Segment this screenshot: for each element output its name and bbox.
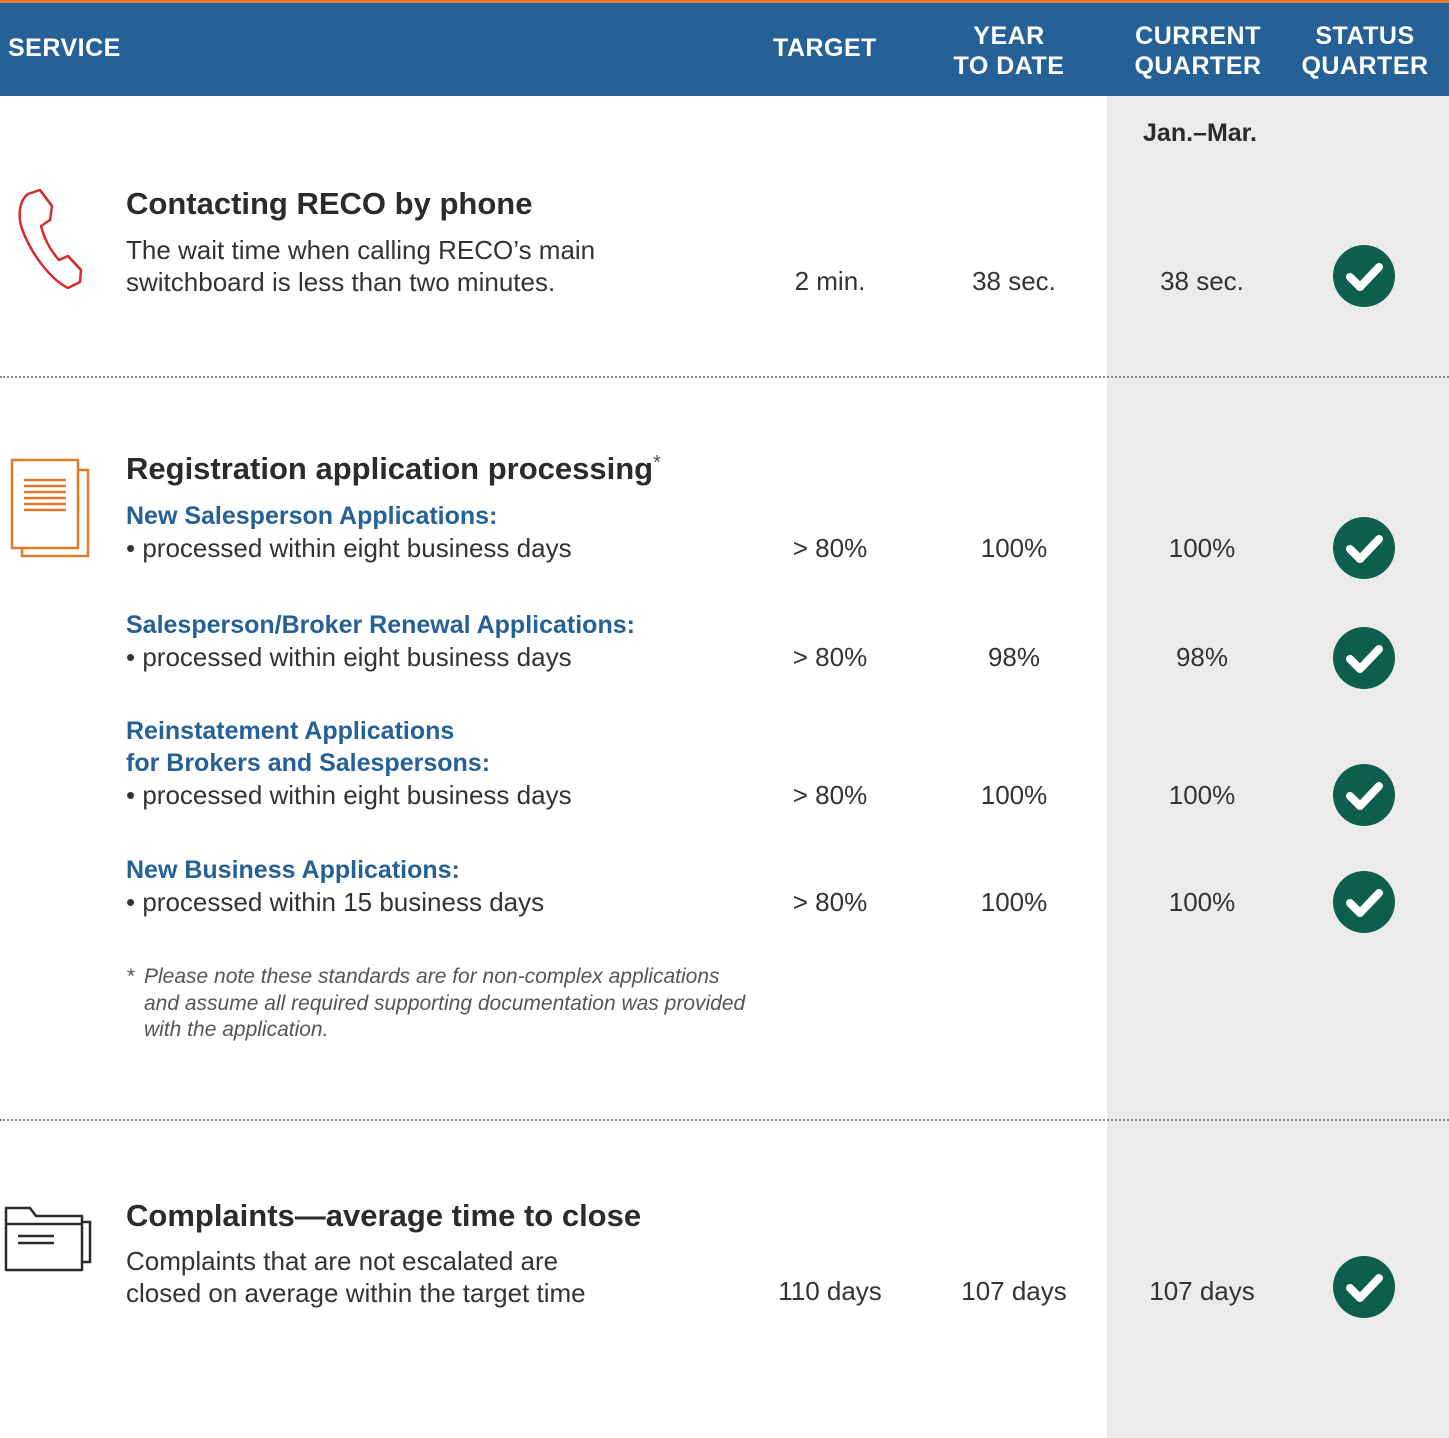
col-current-quarter-header: CURRENT QUARTER <box>1134 22 1262 80</box>
complaints-desc-line2: closed on average within the target time <box>126 1278 586 1308</box>
registration-section-title: Registration application processing* <box>126 451 661 486</box>
document-icon <box>10 458 90 558</box>
phone-current: 38 sec. <box>1160 266 1244 296</box>
phone-target: 2 min. <box>794 266 866 296</box>
current-quarter-column-shade <box>1107 96 1449 1438</box>
reinstatement-ytd: 100% <box>980 780 1048 810</box>
new-business-ytd: 100% <box>980 887 1048 917</box>
status-check-icon <box>1333 871 1395 933</box>
reinstatement-heading-line1: Reinstatement Applications <box>126 717 455 745</box>
status-check-icon <box>1333 245 1395 307</box>
phone-section-title: Contacting RECO by phone <box>126 186 533 221</box>
footnote-line1: Please note these standards are for non-… <box>144 965 720 988</box>
section-divider <box>0 376 1449 378</box>
complaints-target: 110 days <box>778 1276 882 1306</box>
new-business-target: > 80% <box>792 887 868 917</box>
footnote-line3: with the application. <box>144 1018 329 1041</box>
folder-icon <box>4 1206 92 1272</box>
complaints-section-title: Complaints—average time to close <box>126 1198 642 1233</box>
new-salesperson-ytd: 100% <box>980 533 1048 563</box>
complaints-current: 107 days <box>1149 1276 1255 1306</box>
phone-ytd: 38 sec. <box>972 266 1056 296</box>
status-check-icon <box>1333 764 1395 826</box>
reinstatement-target: > 80% <box>792 780 868 810</box>
renewal-bullet: • processed within eight business days <box>126 642 572 672</box>
renewal-current: 98% <box>1175 642 1229 672</box>
renewal-heading: Salesperson/Broker Renewal Applications: <box>126 611 635 639</box>
phone-desc-line2: switchboard is less than two minutes. <box>126 267 556 297</box>
footnote-mark: * <box>653 452 661 474</box>
reinstatement-heading-line2: for Brokers and Salespersons: <box>126 749 491 777</box>
col-ytd-header: YEAR TO DATE <box>953 22 1065 80</box>
status-check-icon <box>1333 627 1395 689</box>
footnote-asterisk: * <box>126 965 135 988</box>
col-service-header: SERVICE <box>8 34 121 62</box>
reinstatement-current: 100% <box>1168 780 1236 810</box>
renewal-ytd: 98% <box>987 642 1041 672</box>
new-salesperson-target: > 80% <box>792 533 868 563</box>
new-business-bullet: • processed within 15 business days <box>126 887 545 917</box>
status-check-icon <box>1333 517 1395 579</box>
renewal-target: > 80% <box>792 642 868 672</box>
new-business-current: 100% <box>1168 887 1236 917</box>
new-salesperson-current: 100% <box>1168 533 1236 563</box>
phone-icon <box>18 188 83 290</box>
new-salesperson-heading: New Salesperson Applications: <box>126 502 498 530</box>
status-check-icon <box>1333 1256 1395 1318</box>
col-target-header: TARGET <box>773 34 877 62</box>
period-label: Jan.–Mar. <box>1143 119 1257 147</box>
new-salesperson-bullet: • processed within eight business days <box>126 533 572 563</box>
table-header: SERVICE TARGET YEAR TO DATE CURRENT QUAR… <box>0 3 1449 96</box>
reinstatement-bullet: • processed within eight business days <box>126 780 572 810</box>
footnote-line2: and assume all required supporting docum… <box>144 992 746 1015</box>
complaints-ytd: 107 days <box>961 1276 1067 1306</box>
phone-desc-line1: The wait time when calling RECO’s main <box>126 235 596 265</box>
new-business-heading: New Business Applications: <box>126 856 460 884</box>
col-status-quarter-header: STATUS QUARTER <box>1301 22 1429 80</box>
section-divider <box>0 1119 1449 1121</box>
complaints-desc-line1: Complaints that are not escalated are <box>126 1246 559 1276</box>
